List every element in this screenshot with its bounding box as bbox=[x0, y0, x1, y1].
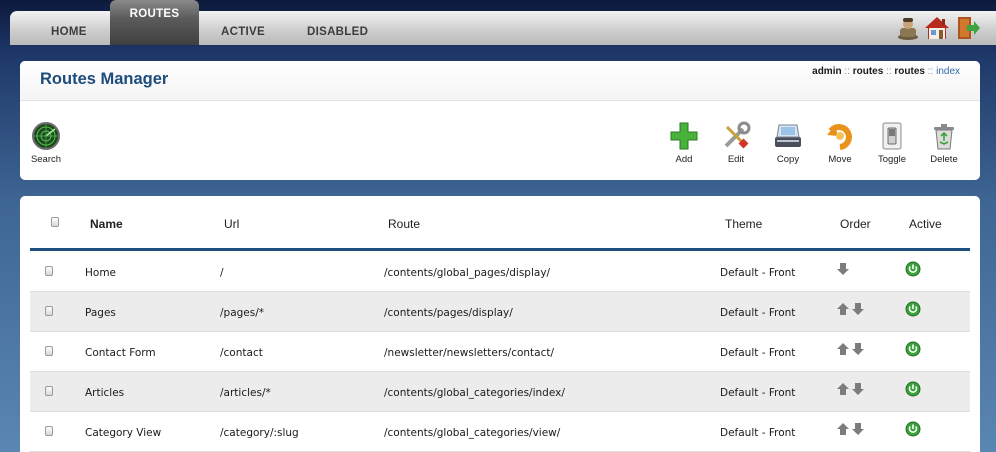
delete-label: Delete bbox=[930, 154, 958, 165]
route-name[interactable]: Home bbox=[85, 267, 116, 279]
move-button[interactable]: Move bbox=[817, 121, 863, 165]
users-icon[interactable] bbox=[895, 15, 921, 41]
tab-disabled[interactable]: DISABLED bbox=[307, 11, 368, 45]
route-name[interactable]: Contact Form bbox=[85, 347, 156, 359]
plus-icon bbox=[670, 122, 698, 150]
tools-icon bbox=[724, 121, 751, 149]
move-down-icon[interactable] bbox=[851, 342, 865, 356]
route-name[interactable]: Category View bbox=[85, 427, 161, 439]
row-checkbox[interactable] bbox=[45, 426, 53, 436]
active-status-icon[interactable] bbox=[905, 301, 921, 317]
route-path: /contents/global_categories/view/ bbox=[384, 427, 561, 439]
tab-routes[interactable]: ROUTES bbox=[110, 0, 199, 45]
route-path: /newsletter/newsletters/contact/ bbox=[384, 347, 555, 359]
move-label: Move bbox=[828, 154, 852, 165]
move-up-icon[interactable] bbox=[836, 382, 850, 396]
breadcrumb-sep: :: bbox=[886, 66, 892, 77]
toggle-switch-icon bbox=[882, 122, 902, 150]
table-row: Category View /category/:slug /contents/… bbox=[30, 412, 970, 452]
column-header-name[interactable]: Name bbox=[90, 217, 123, 231]
route-url: /pages/* bbox=[220, 307, 265, 319]
copy-button[interactable]: Copy bbox=[765, 121, 811, 165]
add-button[interactable]: Add bbox=[661, 121, 707, 165]
active-status-icon[interactable] bbox=[905, 421, 921, 437]
column-header-order[interactable]: Order bbox=[840, 217, 871, 231]
route-path: /contents/pages/display/ bbox=[384, 307, 513, 319]
column-header-route[interactable]: Route bbox=[388, 217, 420, 231]
move-down-icon[interactable] bbox=[851, 422, 865, 436]
table-row: Pages /pages/* /contents/pages/display/ … bbox=[30, 292, 970, 332]
route-theme: Default - Front bbox=[720, 427, 796, 439]
delete-button[interactable]: Delete bbox=[921, 121, 967, 165]
toggle-button[interactable]: Toggle bbox=[869, 121, 915, 165]
breadcrumb-item[interactable]: routes bbox=[853, 66, 884, 77]
route-name[interactable]: Pages bbox=[85, 307, 116, 319]
column-header-url[interactable]: Url bbox=[224, 217, 239, 231]
route-theme: Default - Front bbox=[720, 347, 796, 359]
move-up-icon[interactable] bbox=[836, 342, 850, 356]
route-name[interactable]: Articles bbox=[85, 387, 124, 399]
table-row: Articles /articles/* /contents/global_ca… bbox=[30, 372, 970, 412]
active-status-icon[interactable] bbox=[905, 381, 921, 397]
header-panel: Routes Manager admin :: routes :: routes… bbox=[20, 61, 980, 180]
radar-search-icon bbox=[32, 122, 60, 150]
route-url: /contact bbox=[220, 347, 263, 359]
header-divider bbox=[30, 248, 970, 251]
page-title: Routes Manager bbox=[40, 70, 169, 88]
row-checkbox[interactable] bbox=[45, 346, 53, 356]
select-all-checkbox[interactable] bbox=[51, 217, 59, 227]
scanner-copy-icon bbox=[775, 124, 801, 147]
copy-label: Copy bbox=[776, 154, 800, 165]
tab-home[interactable]: HOME bbox=[51, 11, 87, 45]
breadcrumb-sep: :: bbox=[844, 66, 850, 77]
column-header-theme[interactable]: Theme bbox=[725, 217, 762, 231]
breadcrumb: admin :: routes :: routes :: index bbox=[812, 66, 960, 77]
table-row: Contact Form /contact /newsletter/newsle… bbox=[30, 332, 970, 372]
route-url: /articles/* bbox=[220, 387, 271, 399]
route-path: /contents/global_pages/display/ bbox=[384, 267, 551, 279]
edit-button[interactable]: Edit bbox=[713, 121, 759, 165]
move-down-icon[interactable] bbox=[851, 302, 865, 316]
breadcrumb-sep: :: bbox=[927, 66, 934, 77]
route-theme: Default - Front bbox=[720, 307, 796, 319]
toggle-label: Toggle bbox=[878, 154, 906, 165]
route-theme: Default - Front bbox=[720, 387, 796, 399]
add-label: Add bbox=[675, 154, 693, 165]
move-up-icon[interactable] bbox=[836, 422, 850, 436]
breadcrumb-item[interactable]: admin bbox=[812, 66, 841, 77]
move-down-icon[interactable] bbox=[851, 382, 865, 396]
row-checkbox[interactable] bbox=[45, 266, 53, 276]
route-theme: Default - Front bbox=[720, 267, 796, 279]
move-up-icon[interactable] bbox=[836, 302, 850, 316]
active-status-icon[interactable] bbox=[905, 261, 921, 277]
route-path: /contents/global_categories/index/ bbox=[384, 387, 565, 399]
route-url: /category/:slug bbox=[220, 427, 299, 439]
move-down-icon[interactable] bbox=[836, 262, 850, 276]
search-button[interactable]: Search bbox=[23, 121, 69, 165]
tab-active[interactable]: ACTIVE bbox=[221, 11, 265, 45]
move-arrow-icon bbox=[827, 124, 852, 150]
table-row: Home / /contents/global_pages/display/ D… bbox=[30, 252, 970, 292]
search-label: Search bbox=[30, 154, 62, 165]
recycle-bin-icon bbox=[934, 124, 954, 150]
breadcrumb-current: index bbox=[936, 66, 960, 77]
active-status-icon[interactable] bbox=[905, 341, 921, 357]
home-icon[interactable] bbox=[924, 15, 950, 41]
title-bar: Routes Manager admin :: routes :: routes… bbox=[20, 61, 980, 101]
top-nav: HOME ROUTES ACTIVE DISABLED bbox=[10, 0, 996, 45]
breadcrumb-item[interactable]: routes bbox=[894, 66, 925, 77]
row-checkbox[interactable] bbox=[45, 306, 53, 316]
logout-icon[interactable] bbox=[955, 15, 981, 41]
column-header-active[interactable]: Active bbox=[909, 217, 942, 231]
row-checkbox[interactable] bbox=[45, 386, 53, 396]
route-url: / bbox=[220, 267, 224, 279]
edit-label: Edit bbox=[727, 154, 745, 165]
routes-table: Name Url Route Theme Order Active Home /… bbox=[20, 196, 980, 452]
